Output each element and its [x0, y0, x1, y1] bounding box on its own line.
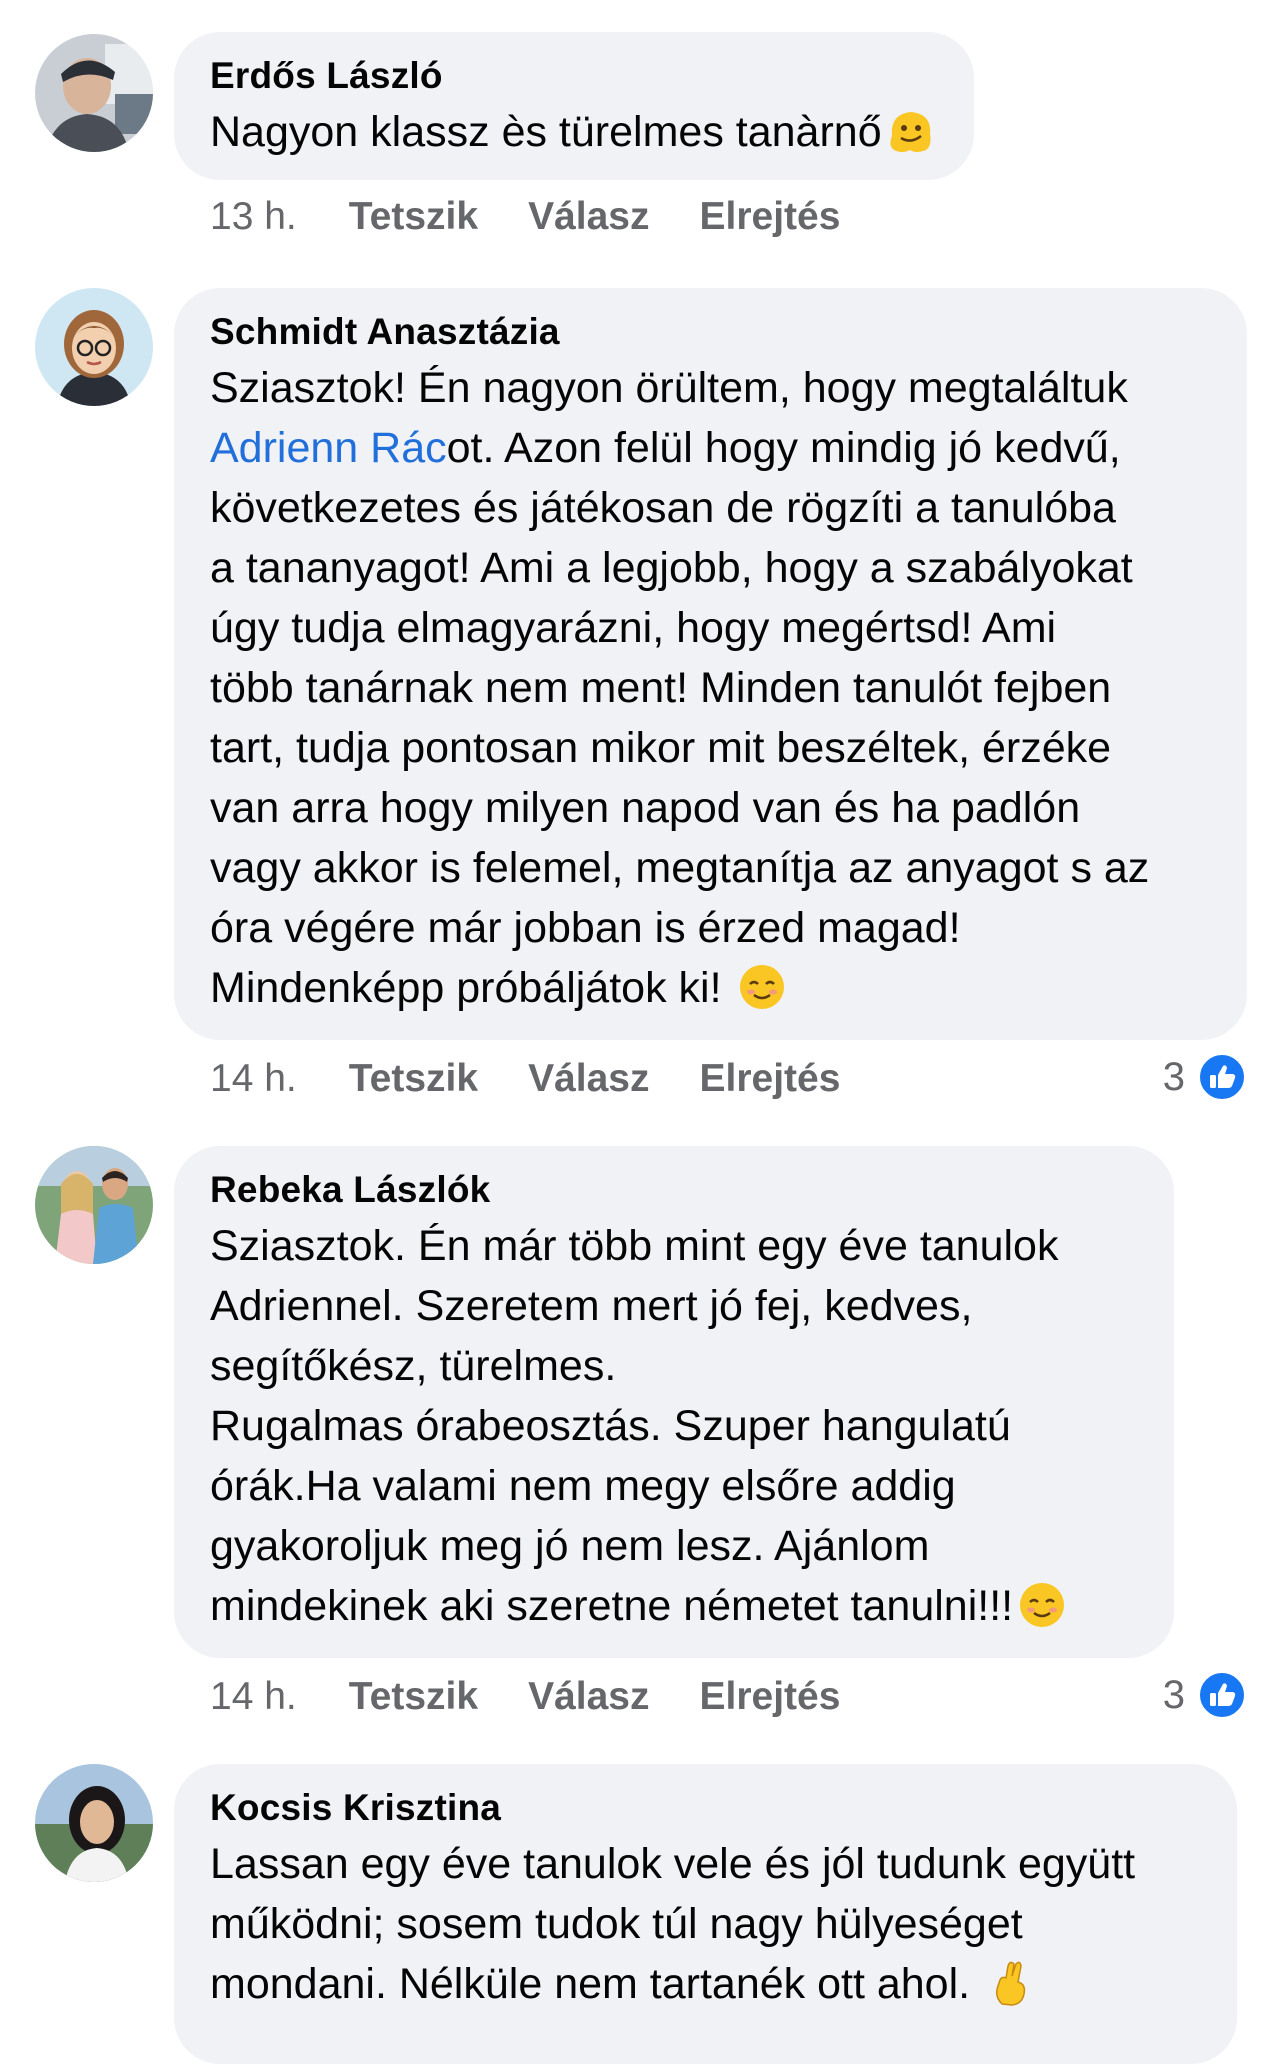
comment-actions: 13 h. Tetszik Válasz Elrejtés: [210, 195, 890, 239]
avatar[interactable]: [35, 1146, 153, 1264]
melting-face-icon: [890, 112, 931, 152]
comment-text: Nagyon klassz ès türelmes tanàrnő: [210, 102, 936, 162]
like-reaction-icon: [1198, 1671, 1246, 1719]
comment-text-body-continued: ot. Azon felül hogy mindig jó kedvű, köv…: [210, 424, 1150, 1012]
comment-text: Sziasztok. Én már több mint egy éve tanu…: [210, 1216, 1136, 1636]
comment-timestamp[interactable]: 14 h.: [210, 1675, 297, 1719]
comment-actions: 14 h. Tetszik Válasz Elrejtés: [210, 1675, 890, 1719]
comment-bubble: Rebeka Lászlók Sziasztok. Én már több mi…: [174, 1146, 1174, 1658]
comment-text-body: Sziasztok. Én már több mint egy éve tanu…: [210, 1222, 1059, 1630]
reaction-count: 3: [1162, 1054, 1185, 1099]
like-button[interactable]: Tetszik: [349, 1057, 478, 1101]
comment-timestamp[interactable]: 13 h.: [210, 195, 297, 239]
comment-text-body: Nagyon klassz ès türelmes tanàrnő: [210, 108, 882, 156]
hide-button[interactable]: Elrejtés: [700, 195, 841, 239]
smiling-face-icon: [740, 965, 785, 1009]
comment-timestamp[interactable]: 14 h.: [210, 1057, 297, 1101]
comment-text: Sziasztok! Én nagyon örültem, hogy megta…: [210, 358, 1209, 1018]
like-button[interactable]: Tetszik: [349, 1675, 478, 1719]
comment-author[interactable]: Rebeka Lászlók: [210, 1168, 1136, 1212]
reaction-count: 3: [1162, 1672, 1185, 1717]
reply-button[interactable]: Válasz: [528, 1675, 649, 1719]
hide-button[interactable]: Elrejtés: [700, 1057, 841, 1101]
reply-button[interactable]: Válasz: [528, 1057, 649, 1101]
comment-bubble: Erdős László Nagyon klassz ès türelmes t…: [174, 32, 974, 180]
reply-button[interactable]: Válasz: [528, 195, 649, 239]
like-button[interactable]: Tetszik: [349, 195, 478, 239]
mention-link[interactable]: Adrienn Rác: [210, 424, 447, 472]
comment-author[interactable]: Schmidt Anasztázia: [210, 310, 1209, 354]
like-reaction-icon: [1198, 1053, 1246, 1101]
avatar[interactable]: [35, 1764, 153, 1882]
reaction-summary[interactable]: 3: [1163, 1670, 1247, 1720]
smiling-face-icon: [1020, 1583, 1065, 1627]
comment-bubble: Schmidt Anasztázia Sziasztok! Én nagyon …: [174, 288, 1247, 1040]
comment-bubble: Kocsis Krisztina Lassan egy éve tanulok …: [174, 1764, 1237, 2064]
avatar[interactable]: [35, 288, 153, 406]
reaction-summary[interactable]: 3: [1163, 1052, 1247, 1102]
crossed-fingers-icon: [996, 1961, 1026, 2006]
comment-actions: 14 h. Tetszik Válasz Elrejtés: [210, 1057, 890, 1101]
comment-text-body: Sziasztok! Én nagyon örültem, hogy megta…: [210, 364, 1128, 412]
hide-button[interactable]: Elrejtés: [700, 1675, 841, 1719]
avatar[interactable]: [35, 34, 153, 152]
comment-author[interactable]: Erdős László: [210, 54, 936, 98]
comment-text: Lassan egy éve tanulok vele és jól tudun…: [210, 1834, 1199, 2014]
comment-author[interactable]: Kocsis Krisztina: [210, 1786, 1199, 1830]
